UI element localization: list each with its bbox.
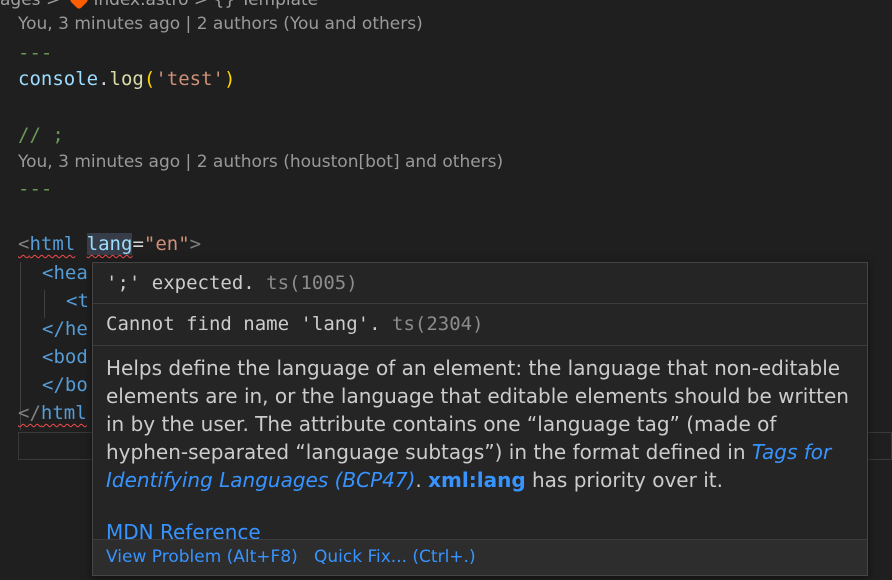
token-angle-open: < bbox=[18, 233, 30, 255]
code-line-frontmatter-start[interactable]: --- bbox=[18, 42, 52, 64]
diagnostic-row: ';' expected. ts(1005) bbox=[93, 263, 867, 303]
doc-text: . bbox=[415, 468, 429, 492]
code-line-frontmatter-end[interactable]: --- bbox=[18, 178, 52, 200]
breadcrumb-separator: > bbox=[45, 0, 61, 10]
token-title-open: <t bbox=[66, 290, 89, 312]
indent-guide bbox=[44, 290, 45, 318]
token-paren-close: ) bbox=[223, 68, 236, 90]
token-body-close: </bo bbox=[42, 374, 88, 396]
token-dot: . bbox=[98, 68, 110, 90]
token-close-angle: </ bbox=[18, 402, 41, 424]
astro-file-icon bbox=[68, 0, 89, 10]
token-head-open: <hea bbox=[42, 262, 88, 284]
token-equals: = bbox=[132, 233, 144, 255]
frontmatter-fence: --- bbox=[18, 178, 53, 200]
diagnostic-message: Cannot find name 'lang'. ts(2304) bbox=[106, 313, 484, 335]
breadcrumb-separator: > bbox=[193, 0, 209, 10]
token-string-test: 'test' bbox=[155, 68, 224, 90]
git-blame-codelens[interactable]: You, 3 minutes ago | 2 authors (You and … bbox=[18, 14, 423, 34]
token-angle-close: > bbox=[189, 233, 202, 255]
token-paren-open: ( bbox=[143, 68, 156, 90]
diagnostic-code: ts(1005) bbox=[266, 272, 358, 294]
breadcrumb-symbol[interactable]: {} Template bbox=[214, 0, 319, 10]
doc-text: Helps define the language of an element:… bbox=[106, 356, 849, 464]
code-line-html-open[interactable]: <html lang="en"> bbox=[18, 233, 201, 255]
git-blame-codelens[interactable]: You, 3 minutes ago | 2 authors (houston[… bbox=[18, 152, 503, 172]
code-line-body-open[interactable]: <bod bbox=[42, 346, 88, 368]
token-console: console bbox=[18, 68, 99, 90]
xml-lang-link[interactable]: xml:lang bbox=[428, 468, 526, 492]
token-attr-lang: lang bbox=[86, 233, 133, 255]
view-problem-link[interactable]: View Problem (Alt+F8) bbox=[106, 547, 298, 567]
diagnostic-row: Cannot find name 'lang'. ts(2304) bbox=[93, 303, 867, 345]
diagnostic-code: ts(2304) bbox=[392, 313, 484, 335]
token-body-open: <bod bbox=[42, 346, 88, 368]
token-html-end-tag: html bbox=[40, 402, 87, 424]
diagnostic-text: ';' expected. bbox=[106, 272, 255, 294]
doc-text: has priority over it. bbox=[525, 468, 723, 492]
code-line-console-log[interactable]: console.log('test') bbox=[18, 68, 235, 90]
quick-fix-link[interactable]: Quick Fix... (Ctrl+.) bbox=[314, 547, 476, 567]
code-line-title[interactable]: <t bbox=[66, 290, 89, 312]
frontmatter-fence: --- bbox=[18, 42, 53, 64]
breadcrumb-file[interactable]: index.astro bbox=[94, 0, 189, 10]
code-line-html-close[interactable]: </html bbox=[18, 402, 87, 424]
token-attr-value: "en" bbox=[143, 233, 190, 255]
code-line-head-close[interactable]: </he bbox=[42, 318, 88, 340]
diagnostic-text: Cannot find name 'lang'. bbox=[106, 313, 381, 335]
token-html-tag: html bbox=[29, 233, 76, 255]
hover-status-bar: View Problem (Alt+F8) Quick Fix... (Ctrl… bbox=[93, 539, 867, 575]
hover-widget: ';' expected. ts(1005) Cannot find name … bbox=[92, 262, 868, 576]
code-line-body-close[interactable]: </bo bbox=[42, 374, 88, 396]
token-comment: // ; bbox=[18, 124, 64, 146]
token-log: log bbox=[109, 68, 144, 90]
attribute-documentation: Helps define the language of an element:… bbox=[106, 354, 856, 494]
code-line-head-open[interactable]: <hea bbox=[42, 262, 88, 284]
breadcrumb: ages > index.astro > {} Template bbox=[0, 0, 318, 10]
documentation-section: Helps define the language of an element:… bbox=[93, 345, 867, 544]
breadcrumb-folder[interactable]: ages bbox=[0, 0, 41, 10]
diagnostic-message: ';' expected. ts(1005) bbox=[106, 272, 358, 294]
code-line-comment[interactable]: // ; bbox=[18, 124, 64, 146]
token-head-close: </he bbox=[42, 318, 88, 340]
